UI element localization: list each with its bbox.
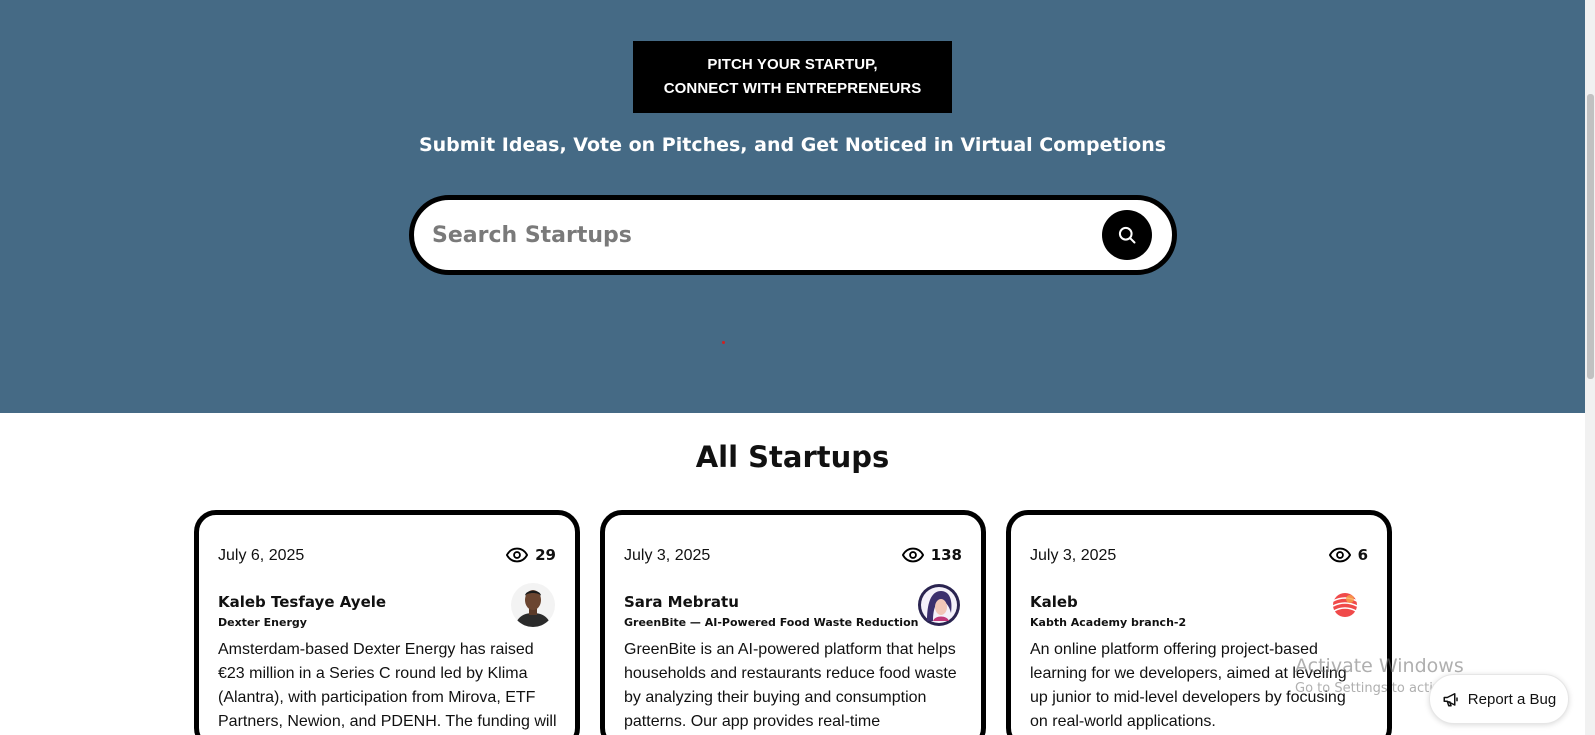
page-scrollbar[interactable] [1585, 0, 1595, 735]
avatar[interactable] [1323, 583, 1367, 627]
section-title: All Startups [695, 440, 890, 474]
startup-card[interactable]: July 3, 2025 6 Kaleb Kabth Academy branc… [1006, 510, 1392, 735]
eye-icon [1328, 547, 1351, 563]
card-date: July 6, 2025 [218, 547, 305, 564]
illustrated-woman-avatar [918, 584, 960, 626]
avatar[interactable] [917, 583, 961, 627]
description-line: GreenBite is an AI-powered platform that… [624, 641, 956, 658]
card-author[interactable]: Sara Mebratu [624, 593, 739, 611]
description-line: €23 million in a Series C round led by K… [218, 665, 528, 682]
description-line: patterns. Our app provides real-time [624, 713, 881, 730]
card-company: Dexter Energy [218, 616, 307, 629]
search-button[interactable] [1102, 210, 1152, 260]
card-views: 29 [506, 546, 556, 564]
description-line: learning for we developers, aimed at lev… [1030, 665, 1347, 682]
description-line: on real-world applications. [1030, 713, 1216, 730]
card-description: An online platform offering project-base… [1030, 638, 1370, 734]
report-bug-label: Report a Bug [1467, 690, 1557, 708]
view-count: 138 [930, 546, 962, 564]
view-count: 29 [535, 546, 556, 564]
search-input[interactable] [432, 210, 1072, 260]
hero-headline-line1: PITCH YOUR STARTUP, [707, 56, 878, 73]
scrollbar-thumb[interactable] [1587, 94, 1594, 379]
card-description: Amsterdam-based Dexter Energy has raised… [218, 638, 558, 734]
description-line: households and restaurants reduce food w… [624, 665, 957, 682]
description-line: An online platform offering project-base… [1030, 641, 1318, 658]
card-date: July 3, 2025 [624, 547, 711, 564]
hero-subtitle: Submit Ideas, Vote on Pitches, and Get N… [418, 134, 1167, 156]
card-author[interactable]: Kaleb [1030, 593, 1078, 611]
card-description: GreenBite is an AI-powered platform that… [624, 638, 964, 734]
report-bug-button[interactable]: Report a Bug [1429, 674, 1569, 724]
sphere-logo-avatar [1323, 583, 1367, 627]
search-form [409, 195, 1177, 275]
hero-headline: PITCH YOUR STARTUP, CONNECT WITH ENTREPR… [633, 41, 952, 113]
card-author[interactable]: Kaleb Tesfaye Ayele [218, 593, 386, 611]
person-photo-avatar [511, 583, 555, 627]
description-line: Partners, Newion, and PDENH. The funding… [218, 713, 557, 730]
search-icon [1118, 226, 1136, 244]
description-line: up junior to mid-level developers by foc… [1030, 689, 1346, 706]
decorative-dot [722, 341, 725, 344]
hero-section: PITCH YOUR STARTUP, CONNECT WITH ENTREPR… [0, 0, 1585, 413]
hero-headline-line2: CONNECT WITH ENTREPRENEURS [663, 80, 922, 97]
startup-card[interactable]: July 3, 2025 138 Sara Mebratu GreenBite … [600, 510, 986, 735]
card-views: 6 [1328, 546, 1368, 564]
card-views: 138 [901, 546, 962, 564]
eye-icon [506, 547, 529, 563]
avatar[interactable] [511, 583, 555, 627]
eye-icon [901, 547, 924, 563]
view-count: 6 [1357, 546, 1368, 564]
startup-card[interactable]: July 6, 2025 29 Kaleb Tesfaye Ayele Dext… [194, 510, 580, 735]
description-line: (Alantra), with participation from Mirov… [218, 689, 536, 706]
card-company: GreenBite — AI-Powered Food Waste Reduct… [624, 616, 919, 629]
description-line: by analyzing their buying and consumptio… [624, 689, 927, 706]
description-line: Amsterdam-based Dexter Energy has raised [218, 641, 534, 658]
card-date: July 3, 2025 [1030, 547, 1117, 564]
card-company: Kabth Academy branch-2 [1030, 616, 1187, 629]
megaphone-icon [1443, 693, 1458, 707]
